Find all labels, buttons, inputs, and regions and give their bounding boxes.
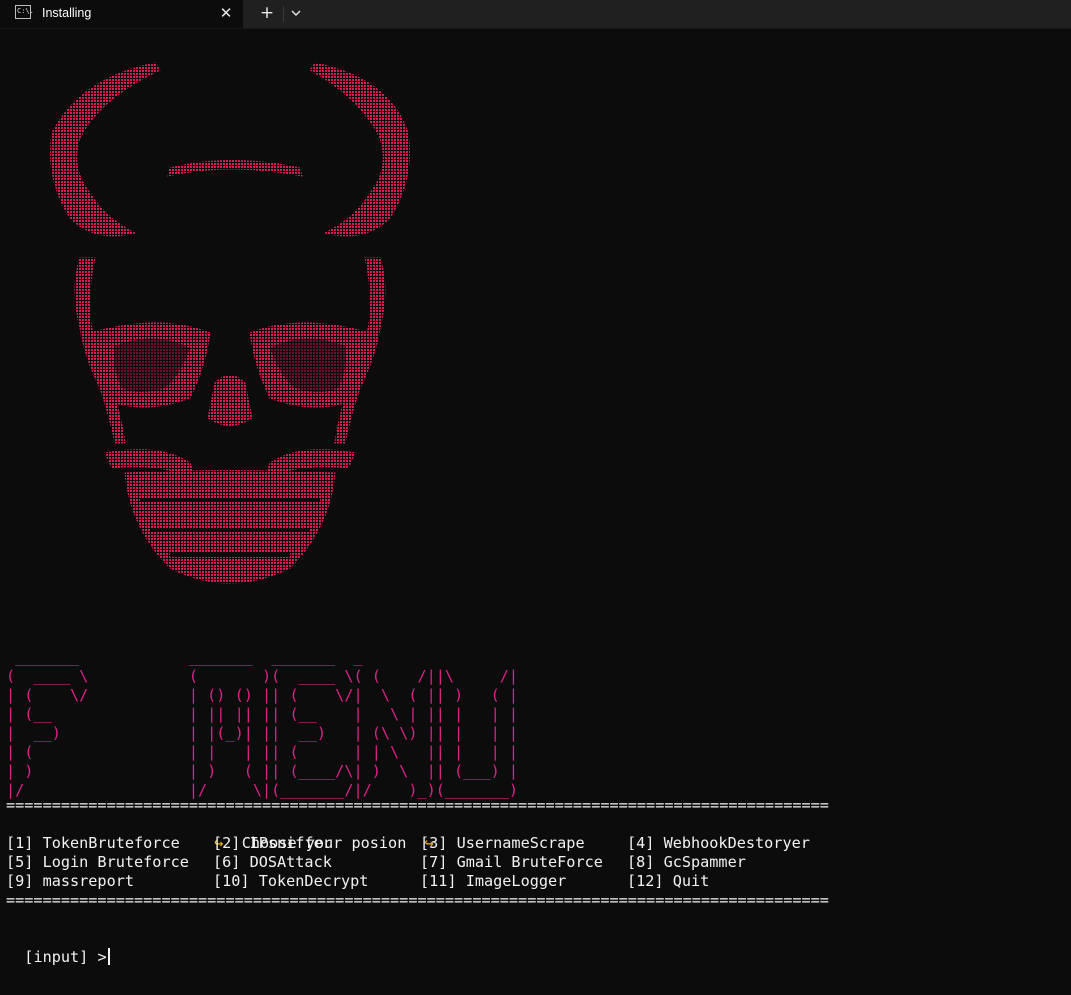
option-6: [6] DOSAttack [213,853,332,871]
chevron-down-icon [291,10,301,16]
option-2: [2] IPsniffer [213,834,332,852]
skull-ascii-art [40,58,420,618]
terminal-icon: C:\. [15,5,34,19]
plus-icon: + [259,3,275,23]
divider-top: ========================================… [6,796,829,814]
option-1: [1] TokenBruteforce [6,834,180,852]
menu-title-ascii-art: _______ _______ _______ _ ( ____ \ ( )( … [6,648,519,799]
tab-installing[interactable]: C:\. Installing ✕ [0,0,243,28]
option-12: [12] Quit [627,872,710,890]
close-icon: ✕ [219,4,233,22]
input-line[interactable]: [input] > [6,929,110,967]
option-10: [10] TokenDecrypt [213,872,369,890]
option-8: [8] GcSpammer [627,853,746,871]
option-9: [9] massreport [6,872,135,890]
input-prompt: [input] > [24,948,107,966]
tab-dropdown-button[interactable] [287,4,305,22]
option-4: [4] WebhookDestoryer [627,834,810,852]
new-tab-button[interactable]: + [256,3,278,23]
close-tab-button[interactable]: ✕ [216,3,236,23]
divider-bottom: ========================================… [6,891,829,909]
option-7: [7] Gmail BruteForce [420,853,603,871]
option-3: [3] UsernameScrape [420,834,585,852]
option-11: [11] ImageLogger [420,872,567,890]
tab-title: Installing [42,6,92,20]
tab-separator [283,6,284,22]
text-cursor [107,948,110,965]
title-bar: C:\. Installing ✕ + [0,0,1071,29]
option-5: [5] Login Bruteforce [6,853,189,871]
